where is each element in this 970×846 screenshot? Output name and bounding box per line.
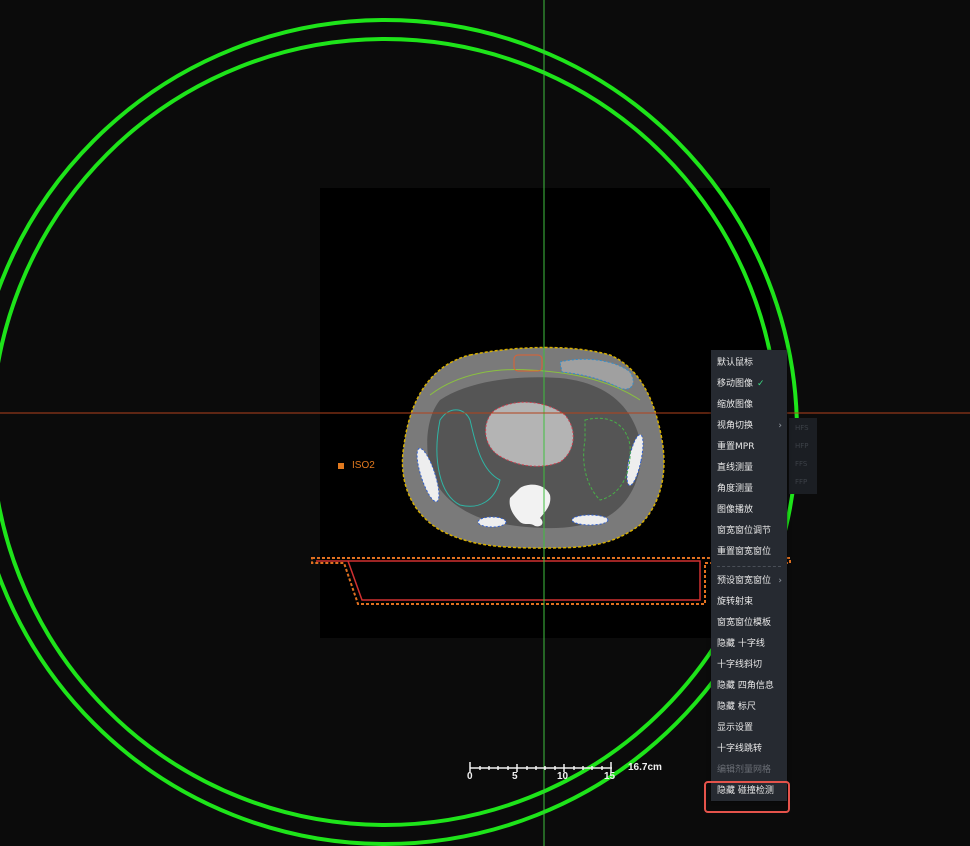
menu-preset-window-level[interactable]: 预设窗宽窗位 › xyxy=(711,571,787,592)
menu-crosshair-jump[interactable]: 十字线跳转 xyxy=(711,739,787,760)
menu-window-level-template[interactable]: 窗宽窗位模板 xyxy=(711,613,787,634)
rib-bottom-left xyxy=(477,516,507,528)
menu-label: 直线测量 xyxy=(717,463,754,473)
menu-label: 缩放图像 xyxy=(717,400,754,410)
menu-window-level-adjust[interactable]: 窗宽窗位调节 xyxy=(711,521,787,542)
menu-label: 窗宽窗位模板 xyxy=(717,618,772,628)
menu-label: 移动图像 xyxy=(717,379,754,389)
menu-label: 十字线跳转 xyxy=(717,744,763,754)
menu-reset-window-level[interactable]: 重置窗宽窗位 xyxy=(711,542,787,563)
menu-move-image[interactable]: 移动图像 ✓ xyxy=(711,374,787,395)
rib-bottom-right xyxy=(571,514,609,526)
menu-label: 默认鼠标 xyxy=(717,358,754,368)
ruler-tick-5: 5 xyxy=(512,771,518,782)
menu-label: 视角切换 xyxy=(717,421,754,431)
submenu-hfp[interactable]: HFP xyxy=(795,442,809,450)
mpr-viewport[interactable] xyxy=(0,0,970,846)
menu-angle-measure[interactable]: 角度测量 xyxy=(711,479,787,500)
menu-line-measure[interactable]: 直线测量 xyxy=(711,458,787,479)
menu-hide-corner-info[interactable]: 隐藏 四角信息 xyxy=(711,676,787,697)
checkmark-icon: ✓ xyxy=(757,379,765,389)
menu-label: 隐藏 十字线 xyxy=(717,639,765,649)
menu-view-switch[interactable]: 视角切换 › xyxy=(711,416,787,437)
chevron-right-icon: › xyxy=(778,576,782,586)
menu-label: 窗宽窗位调节 xyxy=(717,526,772,536)
submenu-ffs[interactable]: FFS xyxy=(795,460,807,468)
ruler-tick-10: 10 xyxy=(557,771,569,782)
menu-reset-mpr[interactable]: 重置MPR xyxy=(711,437,787,458)
menu-crosshair-oblique[interactable]: 十字线斜切 xyxy=(711,655,787,676)
isocenter-label: ISO2 xyxy=(338,460,375,471)
menu-hide-ruler[interactable]: 隐藏 标尺 xyxy=(711,697,787,718)
menu-label: 显示设置 xyxy=(717,723,754,733)
menu-label: 隐藏 四角信息 xyxy=(717,681,774,691)
ruler-tick-15: 15 xyxy=(604,771,616,782)
menu-label: 预设窗宽窗位 xyxy=(717,576,772,586)
isocenter-marker-icon xyxy=(338,462,344,469)
menu-zoom-image[interactable]: 缩放图像 xyxy=(711,395,787,416)
menu-label: 编辑剂量网格 xyxy=(717,765,772,775)
menu-display-settings[interactable]: 显示设置 xyxy=(711,718,787,739)
highlight-box xyxy=(704,781,790,813)
menu-label: 重置窗宽窗位 xyxy=(717,547,772,557)
menu-edit-dose-grid: 编辑剂量网格 xyxy=(711,760,787,781)
menu-label: 重置MPR xyxy=(717,442,755,452)
menu-hide-crosshair[interactable]: 隐藏 十字线 xyxy=(711,634,787,655)
ruler-scale-label: 16.7cm xyxy=(628,762,662,773)
isocenter-name: ISO2 xyxy=(352,460,375,471)
view-switch-submenu: HFS HFP FFS FFP xyxy=(789,418,817,494)
menu-label: 隐藏 标尺 xyxy=(717,702,756,712)
menu-label: 角度测量 xyxy=(717,484,754,494)
chevron-right-icon: › xyxy=(778,421,782,431)
menu-divider xyxy=(717,566,781,567)
menu-default-mouse[interactable]: 默认鼠标 xyxy=(711,353,787,374)
submenu-hfs[interactable]: HFS xyxy=(795,424,809,432)
submenu-ffp[interactable]: FFP xyxy=(795,478,807,486)
menu-label: 十字线斜切 xyxy=(717,660,763,670)
menu-label: 图像播放 xyxy=(717,505,754,515)
ruler-tick-0: 0 xyxy=(467,771,473,782)
menu-rotate-beam[interactable]: 旋转射束 xyxy=(711,592,787,613)
menu-image-play[interactable]: 图像播放 xyxy=(711,500,787,521)
context-menu: 默认鼠标 移动图像 ✓ 缩放图像 视角切换 › 重置MPR 直线测量 角度测量 图像… xyxy=(711,350,787,801)
menu-label: 旋转射束 xyxy=(717,597,754,607)
